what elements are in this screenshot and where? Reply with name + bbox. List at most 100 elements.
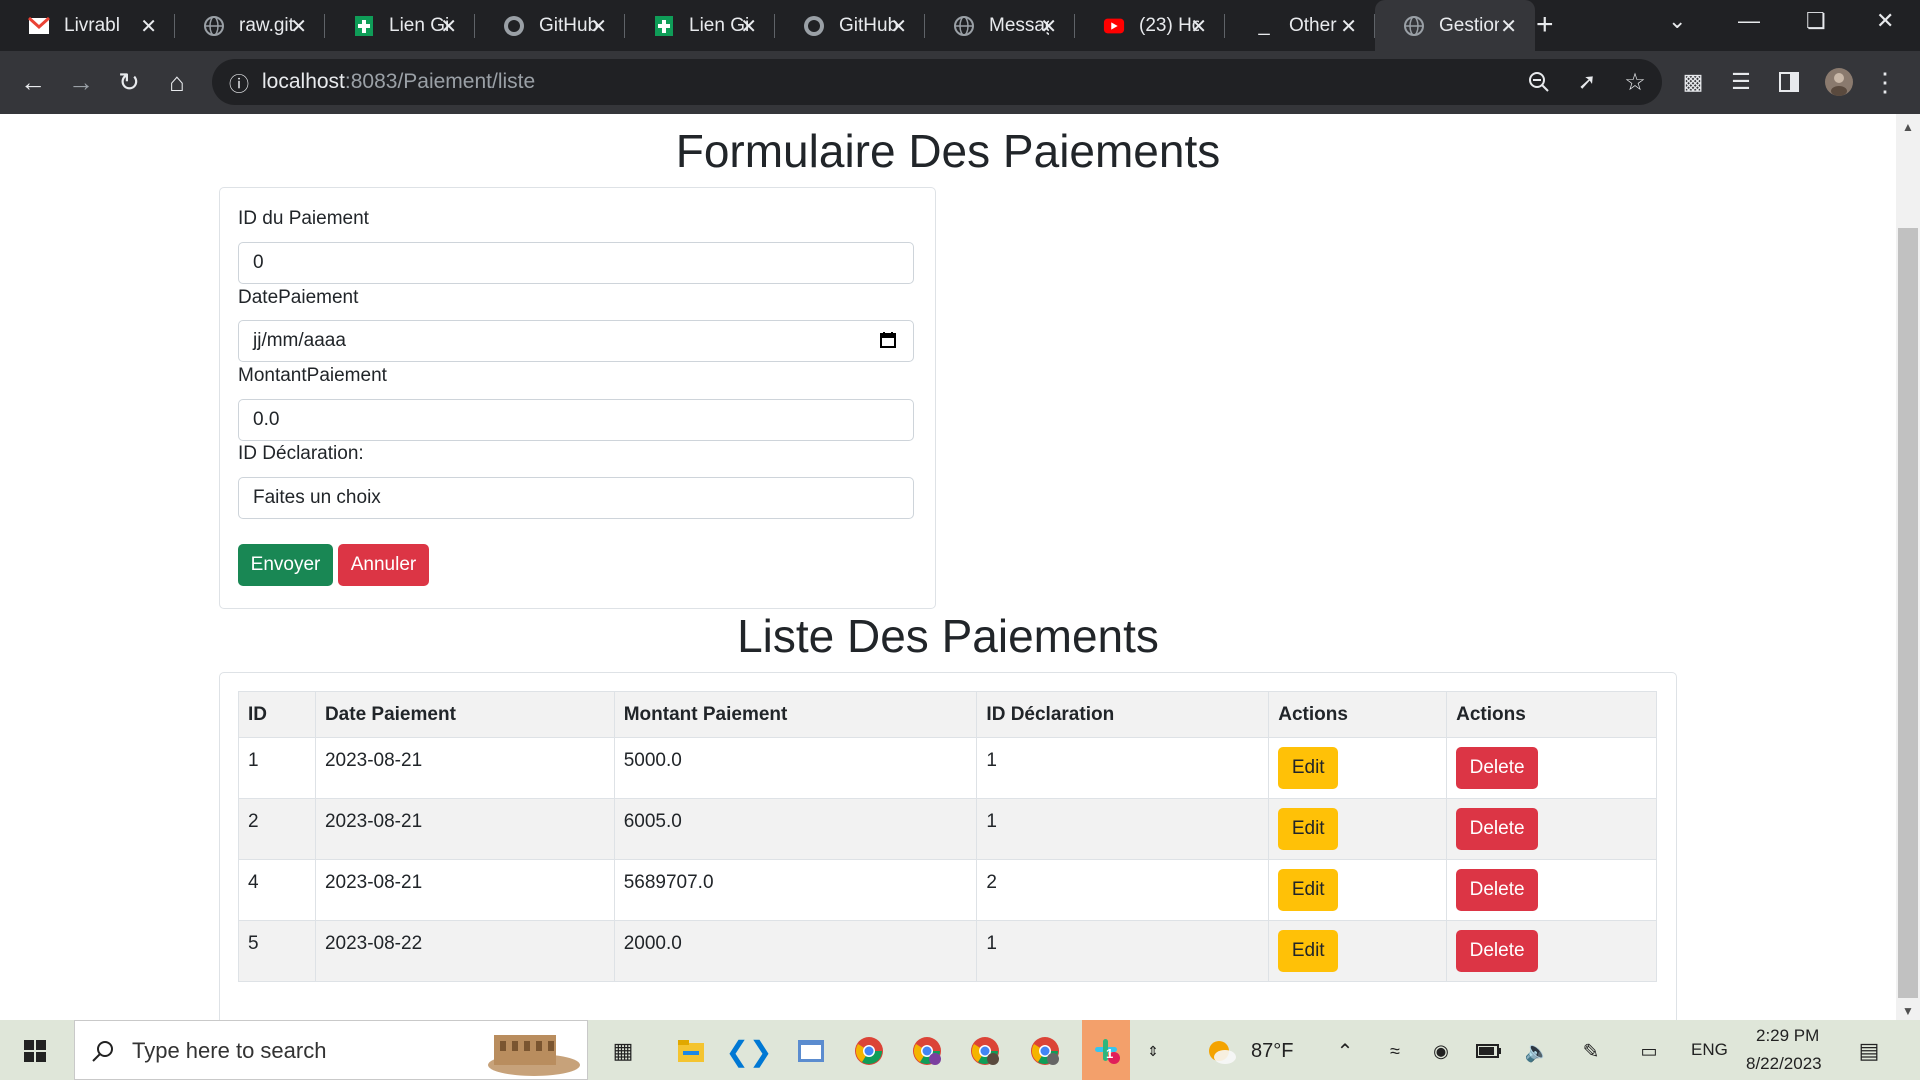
payment-date-value: jj/mm/aaaa bbox=[253, 330, 346, 351]
cell-edit: Edit bbox=[1268, 798, 1448, 860]
form-title: Formulaire Des Paiements bbox=[675, 125, 1221, 177]
chrome-icon[interactable] bbox=[852, 1034, 886, 1068]
page-scrollbar[interactable]: ▲ ▼ bbox=[1896, 114, 1920, 1020]
profile-avatar-icon[interactable] bbox=[1822, 65, 1856, 99]
chrome-profile-icon[interactable] bbox=[910, 1034, 944, 1068]
table-header-row: ID Date Paiement Montant Paiement ID Déc… bbox=[238, 691, 1657, 738]
browser-tab[interactable]: GitHub ✕ bbox=[775, 0, 925, 51]
tab-label: Gestion bbox=[1439, 14, 1499, 36]
taskbar-overflow-chevrons-icon[interactable]: ⇕ bbox=[1136, 1034, 1170, 1068]
delete-button[interactable]: Delete bbox=[1456, 808, 1539, 850]
home-icon[interactable]: ⌂ bbox=[160, 65, 194, 99]
bookmark-star-icon[interactable]: ☆ bbox=[1618, 65, 1652, 99]
tab-close-icon[interactable]: ✕ bbox=[1340, 14, 1357, 39]
table-row: 1 2023-08-21 5000.0 1 Edit Delete bbox=[238, 737, 1657, 799]
vscode-icon[interactable]: ❮❯ bbox=[726, 1034, 773, 1068]
tab-close-icon[interactable]: ✕ bbox=[590, 14, 607, 39]
youtube-icon bbox=[1103, 15, 1125, 37]
submit-button[interactable]: Envoyer bbox=[238, 544, 333, 586]
restore-icon[interactable]: ❏ bbox=[1806, 8, 1826, 34]
wifi-icon[interactable]: ≈ bbox=[1378, 1034, 1412, 1068]
search-icon bbox=[86, 1034, 120, 1068]
delete-button[interactable]: Delete bbox=[1456, 869, 1539, 911]
tab-close-icon[interactable]: ✕ bbox=[1500, 14, 1517, 39]
weather-sun-cloud-icon[interactable] bbox=[1204, 1034, 1238, 1068]
meet-camera-icon[interactable]: ◉ bbox=[1424, 1034, 1458, 1068]
clock-time[interactable]: 2:29 PM bbox=[1756, 1026, 1819, 1046]
battery-icon[interactable] bbox=[1472, 1034, 1506, 1068]
weather-temperature[interactable]: 87°F bbox=[1251, 1040, 1293, 1063]
cell-date: 2023-08-22 bbox=[314, 920, 615, 982]
task-view-icon[interactable]: ▦ bbox=[606, 1034, 640, 1068]
browser-tab[interactable]: Livrabl ✕ bbox=[0, 0, 175, 51]
tab-close-icon[interactable]: ✕ bbox=[740, 14, 757, 39]
tab-close-icon[interactable]: ✕ bbox=[890, 14, 907, 39]
app-window-icon[interactable] bbox=[794, 1034, 828, 1068]
site-info-icon[interactable]: ⓘ bbox=[222, 65, 256, 99]
tab-close-icon[interactable]: ✕ bbox=[140, 14, 157, 39]
reload-icon[interactable]: ↻ bbox=[112, 65, 146, 99]
payment-id-input[interactable]: 0 bbox=[238, 242, 914, 284]
edit-button[interactable]: Edit bbox=[1278, 808, 1339, 850]
forward-arrow-icon[interactable]: → bbox=[64, 65, 98, 99]
tab-search-chevron-icon[interactable]: ⌄ bbox=[1668, 8, 1686, 34]
zoom-icon[interactable] bbox=[1522, 65, 1556, 99]
pen-icon[interactable]: ✎ bbox=[1574, 1034, 1608, 1068]
colosseum-search-highlight-icon[interactable] bbox=[486, 1034, 582, 1076]
cell-id: 4 bbox=[238, 859, 316, 921]
payments-table-card: ID Date Paiement Montant Paiement ID Déc… bbox=[219, 672, 1677, 1020]
payment-amount-input[interactable]: 0.0 bbox=[238, 399, 914, 441]
browser-tab[interactable]: _ Other ✕ bbox=[1225, 0, 1375, 51]
browser-tab[interactable]: Messag ✕ bbox=[925, 0, 1075, 51]
extensions-puzzle-icon[interactable]: ▩ bbox=[1676, 65, 1710, 99]
payment-date-input[interactable]: jj/mm/aaaa bbox=[238, 320, 914, 362]
scroll-up-arrow-icon[interactable]: ▲ bbox=[1902, 120, 1914, 134]
show-hidden-icons-chevron-icon[interactable]: ⌃ bbox=[1328, 1034, 1362, 1068]
tab-close-icon[interactable]: ✕ bbox=[290, 14, 307, 39]
browser-tab[interactable]: Gestion ✕ bbox=[1375, 0, 1535, 51]
scrollbar-thumb[interactable] bbox=[1898, 228, 1918, 998]
share-icon[interactable]: ➚ bbox=[1570, 65, 1604, 99]
delete-button[interactable]: Delete bbox=[1456, 747, 1539, 789]
chrome-profile-icon[interactable] bbox=[1028, 1034, 1062, 1068]
windows-start-icon[interactable] bbox=[18, 1034, 52, 1068]
cell-amount: 2000.0 bbox=[613, 920, 978, 982]
scroll-down-arrow-icon[interactable]: ▼ bbox=[1902, 1004, 1914, 1018]
edit-button[interactable]: Edit bbox=[1278, 930, 1339, 972]
chrome-profile-icon[interactable] bbox=[968, 1034, 1002, 1068]
browser-tab[interactable]: Lien Gi ✕ bbox=[325, 0, 475, 51]
url-text[interactable]: localhost:8083/Paiement/liste bbox=[262, 70, 535, 94]
edit-button[interactable]: Edit bbox=[1278, 869, 1339, 911]
delete-button[interactable]: Delete bbox=[1456, 930, 1539, 972]
language-indicator[interactable]: ENG bbox=[1691, 1040, 1728, 1060]
browser-tab[interactable]: GitHub ✕ bbox=[475, 0, 625, 51]
edit-button[interactable]: Edit bbox=[1278, 747, 1339, 789]
browser-menu-kebab-icon[interactable]: ⋮ bbox=[1868, 65, 1902, 99]
gmail-icon bbox=[28, 15, 50, 37]
display-icon[interactable]: ▭ bbox=[1632, 1034, 1666, 1068]
new-tab-plus-icon[interactable]: + bbox=[1536, 8, 1554, 42]
cell-delete: Delete bbox=[1446, 798, 1657, 860]
cell-amount: 6005.0 bbox=[613, 798, 978, 860]
tab-close-icon[interactable]: ✕ bbox=[440, 14, 457, 39]
cancel-button[interactable]: Annuler bbox=[338, 544, 429, 586]
tab-close-icon[interactable]: ✕ bbox=[1040, 14, 1057, 39]
side-panel-icon[interactable] bbox=[1772, 65, 1806, 99]
clock-date[interactable]: 8/22/2023 bbox=[1746, 1054, 1822, 1074]
media-queue-icon[interactable]: ☰ bbox=[1724, 65, 1758, 99]
browser-tab[interactable]: Lien Gi ✕ bbox=[625, 0, 775, 51]
back-arrow-icon[interactable]: ← bbox=[16, 65, 50, 99]
notification-center-icon[interactable]: ▤ bbox=[1852, 1034, 1886, 1068]
minimize-icon[interactable]: — bbox=[1738, 8, 1760, 34]
list-title: Liste Des Paiements bbox=[737, 610, 1159, 662]
declaration-id-select[interactable]: Faites un choix bbox=[238, 477, 914, 519]
volume-icon[interactable]: 🔈 bbox=[1520, 1034, 1554, 1068]
close-window-icon[interactable]: ✕ bbox=[1876, 8, 1894, 34]
file-explorer-icon[interactable] bbox=[674, 1034, 708, 1068]
browser-tab[interactable]: (23) Ho ✕ bbox=[1075, 0, 1225, 51]
browser-tab[interactable]: raw.git ✕ bbox=[175, 0, 325, 51]
payment-date-label: DatePaiement bbox=[238, 287, 359, 308]
cell-id: 1 bbox=[238, 737, 316, 799]
tab-close-icon[interactable]: ✕ bbox=[1190, 14, 1207, 39]
calendar-icon[interactable] bbox=[879, 331, 897, 349]
